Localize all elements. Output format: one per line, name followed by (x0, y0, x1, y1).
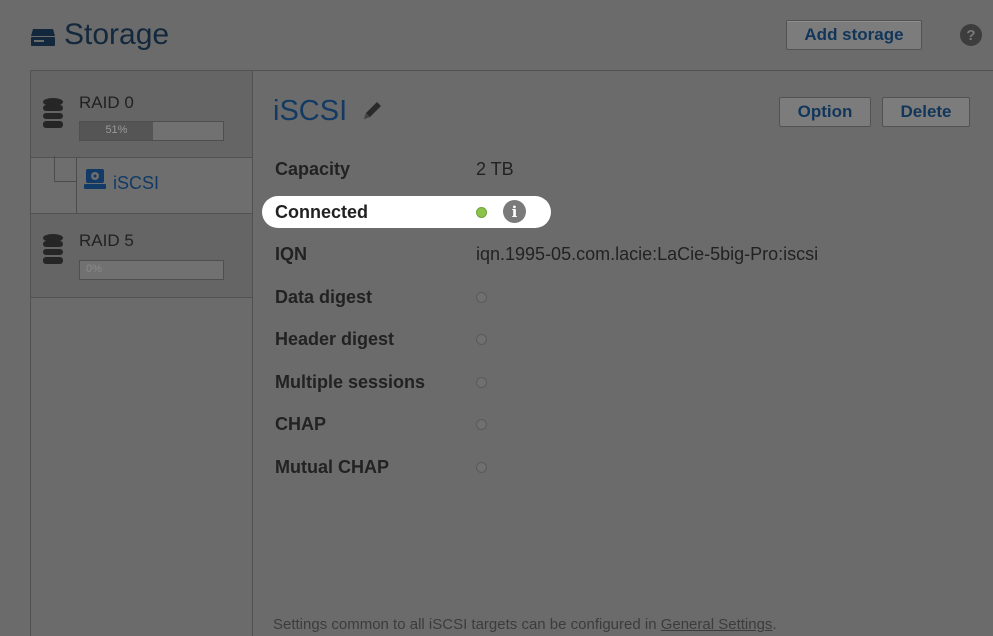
connected-highlight: Connected i (262, 196, 551, 228)
page-header: Storage Add storage ? (0, 0, 993, 68)
sidebar-item-iscsi[interactable]: iSCSI (31, 156, 252, 214)
drive-icon (31, 29, 55, 46)
option-button[interactable]: Option (779, 97, 871, 127)
data-digest-label: Data digest (275, 287, 373, 307)
header-digest-label: Header digest (275, 329, 395, 349)
raid0-usage-text: 51% (105, 124, 128, 136)
chap-label: CHAP (275, 414, 327, 434)
mutual-chap-row: Mutual CHAP (254, 453, 993, 481)
iqn-label: IQN (275, 244, 308, 264)
multiple-sessions-status-dot (476, 377, 487, 388)
raid5-usage-bar: 0% (79, 260, 224, 280)
general-settings-link[interactable]: General Settings (661, 616, 773, 633)
page-title: Storage (64, 18, 170, 51)
raid5-usage-text: 0% (86, 263, 102, 275)
delete-button[interactable]: Delete (882, 97, 970, 127)
sidebar-item-label: RAID 0 (79, 93, 134, 112)
storage-sidebar: RAID 0 51% iSCSI RAID 5 0% (31, 71, 253, 636)
connected-status-dot (476, 207, 487, 218)
detail-title: iSCSI (273, 95, 348, 127)
footer-text: Settings common to all iSCSI targets can… (273, 616, 661, 633)
chap-row: CHAP (254, 410, 993, 438)
tree-connector-vertical (76, 158, 77, 214)
sidebar-item-label: RAID 5 (79, 231, 134, 250)
header-digest-status-dot (476, 334, 487, 345)
sidebar-item-raid0[interactable]: RAID 0 51% (31, 71, 252, 158)
tree-connector (54, 156, 76, 182)
mutual-chap-status-dot (476, 462, 487, 473)
iqn-row: IQN iqn.1995-05.com.lacie:LaCie-5big-Pro… (254, 240, 993, 268)
sidebar-item-label: iSCSI (113, 173, 160, 193)
iqn-value: iqn.1995-05.com.lacie:LaCie-5big-Pro:isc… (476, 244, 819, 264)
chap-status-dot (476, 419, 487, 430)
capacity-value: 2 TB (476, 159, 514, 179)
sidebar-item-raid5[interactable]: RAID 5 0% (31, 214, 252, 298)
multiple-sessions-label: Multiple sessions (275, 372, 426, 392)
footer-end: . (772, 616, 777, 633)
connected-label: Connected (275, 202, 369, 222)
mutual-chap-label: Mutual CHAP (275, 457, 389, 477)
help-icon[interactable]: ? (960, 24, 982, 46)
data-digest-row: Data digest (254, 283, 993, 311)
add-storage-button[interactable]: Add storage (786, 20, 922, 50)
raid0-usage-bar: 51% (79, 121, 224, 141)
footer-note: Settings common to all iSCSI targets can… (273, 616, 777, 633)
capacity-row: Capacity 2 TB (254, 155, 993, 183)
multiple-sessions-row: Multiple sessions (254, 368, 993, 396)
header-digest-row: Header digest (254, 325, 993, 353)
storage-panel: RAID 0 51% iSCSI RAID 5 0% iSCSI Option … (30, 70, 993, 636)
database-icon (43, 98, 63, 128)
capacity-label: Capacity (275, 159, 351, 179)
info-icon[interactable]: i (503, 200, 526, 223)
pencil-icon[interactable] (360, 99, 384, 123)
data-digest-status-dot (476, 292, 487, 303)
database-icon (43, 234, 63, 264)
iscsi-detail: iSCSI Option Delete Capacity 2 TB Connec… (254, 71, 993, 636)
iscsi-drive-icon (84, 169, 106, 189)
